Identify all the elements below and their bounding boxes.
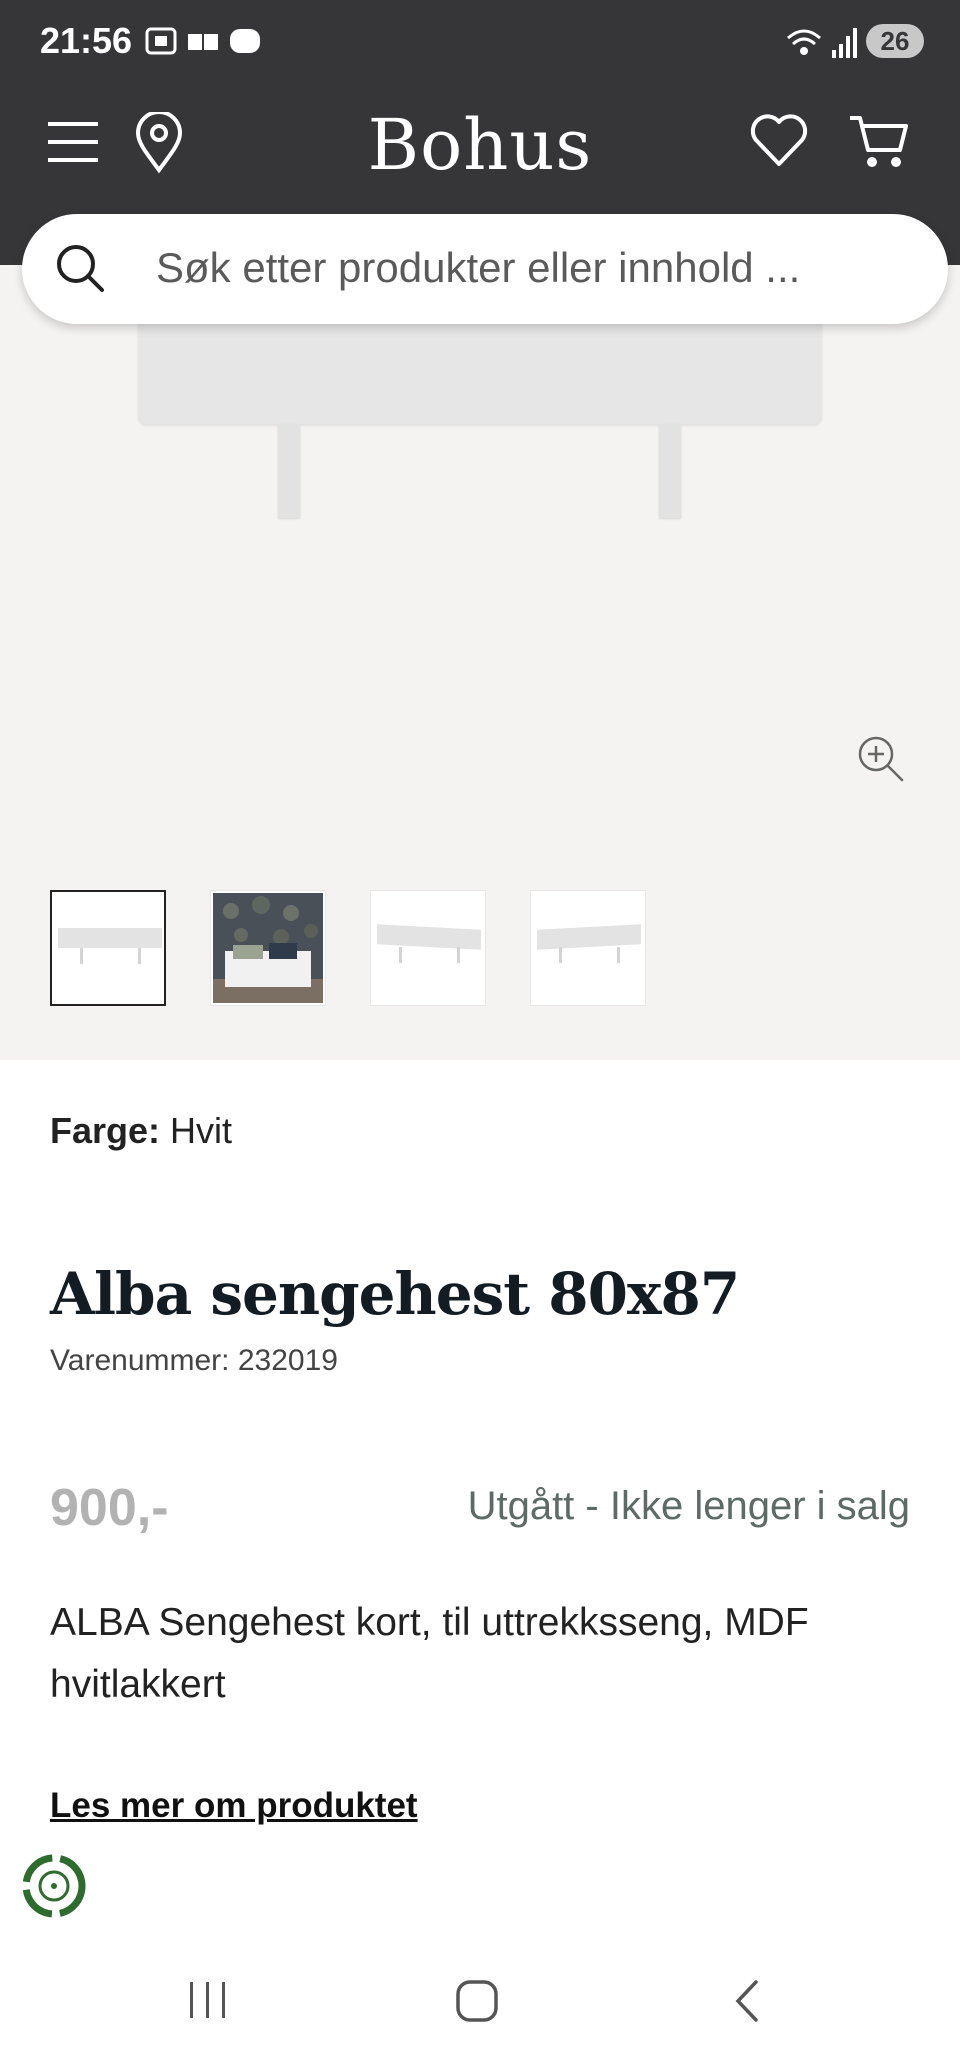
product-sku: Varenummer: 232019: [50, 1344, 338, 1377]
color-value: Hvit: [170, 1110, 233, 1151]
search-icon[interactable]: [54, 242, 106, 294]
eco-badge-icon[interactable]: [18, 1850, 90, 1922]
color-label: Farge:: [50, 1110, 161, 1151]
heart-icon[interactable]: [750, 114, 808, 168]
battery-indicator: 26: [866, 24, 924, 58]
gallery-thumbnail-3[interactable]: [370, 890, 486, 1006]
availability-status: Utgått - Ikke lenger i salg: [467, 1484, 910, 1528]
brand-logo[interactable]: Bohus: [0, 104, 960, 186]
screenshot-icon: [145, 27, 177, 55]
read-more-link[interactable]: Les mer om produktet: [50, 1786, 418, 1826]
product-image: [138, 318, 822, 424]
gallery-thumbnail-4[interactable]: [530, 890, 646, 1006]
back-icon[interactable]: [730, 1978, 764, 2024]
gallery-thumbnail-1[interactable]: [50, 890, 166, 1006]
product-title: Alba sengehest 80x87: [50, 1260, 740, 1328]
search-input[interactable]: [156, 238, 916, 298]
cast-icon: [188, 34, 218, 50]
cart-icon[interactable]: [848, 112, 910, 170]
product-image-leg: [659, 424, 681, 518]
product-price: 900,-: [50, 1479, 169, 1537]
search-bar[interactable]: [22, 214, 948, 324]
color-selection: Farge: Hvit: [50, 1110, 232, 1152]
product-description: ALBA Sengehest kort, til uttrekksseng, M…: [50, 1601, 809, 1706]
status-time: 21:56: [40, 20, 133, 61]
room-photo-thumbnail: [213, 893, 323, 1003]
zoom-in-icon[interactable]: [856, 734, 906, 784]
home-icon[interactable]: [454, 1978, 500, 2024]
gallery-thumbnail-2[interactable]: [210, 890, 326, 1006]
wear-icon: [230, 29, 260, 53]
wifi-icon: [787, 29, 821, 55]
recent-apps-icon[interactable]: [186, 1980, 230, 2020]
signal-icon: [832, 28, 857, 58]
product-image-leg: [278, 424, 300, 518]
